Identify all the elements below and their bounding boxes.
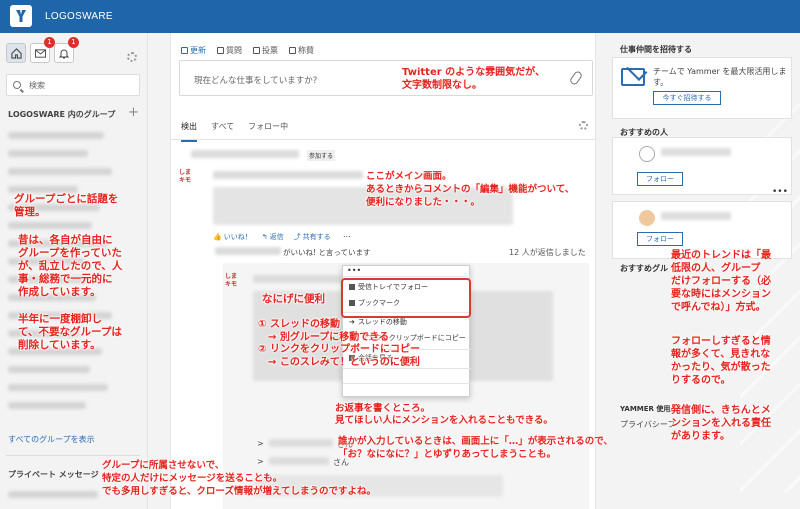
more-options-button[interactable]: ... (343, 230, 351, 239)
tab-update[interactable]: 更新 (181, 45, 206, 56)
annotation: Twitter のような雰囲気だが、 文字数制限なし。 (402, 67, 545, 91)
replies-count[interactable]: 12 人が返信しました (509, 247, 586, 258)
post-author (213, 171, 363, 179)
menu-more-icon: ••• (347, 266, 362, 275)
like-button[interactable]: 👍 いいね！ (213, 232, 252, 242)
praise-icon (289, 47, 296, 54)
invite-heading: 仕事仲間を招待する (620, 45, 692, 54)
bell-icon (59, 49, 69, 58)
notifications-badge: 1 (68, 37, 79, 48)
composer-placeholder: 現在どんな仕事をしていますか? (194, 76, 318, 86)
liker-names[interactable] (215, 247, 281, 255)
post-group-name[interactable] (191, 150, 299, 158)
annotation: グループごとに話題を 管理。 (14, 193, 119, 218)
annotation: ① スレッドの移動 → 別グループに移動できる ② リンクをクリップボードにコピ… (258, 319, 420, 368)
notifications-button[interactable]: 1 (54, 37, 79, 63)
groups-heading: LOGOSWARE 内のグループ (8, 110, 116, 119)
tab-poll[interactable]: 投票 (253, 45, 278, 56)
invite-text: チームで Yammer を最大限活用します。 (653, 67, 787, 87)
attachment-clip-icon[interactable] (568, 69, 584, 87)
join-group-tag[interactable]: 参加する (307, 150, 336, 161)
update-icon (181, 47, 188, 54)
follow-button[interactable]: フォロー (637, 232, 683, 246)
suggested-groups-heading: おすすめグル (620, 264, 668, 273)
feed-settings-gear-icon[interactable] (579, 121, 588, 130)
divider (343, 276, 471, 277)
annotation: 発信側に、きちんとメ ンションを入れる責任 があります。 (671, 405, 771, 442)
annotation: 半年に一度棚卸し て、不要なグループは 削除しています。 (18, 313, 122, 351)
inbox-button[interactable]: 1 (30, 37, 55, 63)
annotation: お返事を書くところ。 見てほしい人にメンションを入れることもできる。 (335, 403, 553, 426)
envelope-invite-icon (621, 68, 645, 86)
settings-gear-icon[interactable] (127, 52, 137, 62)
yammer-usage-heading: YAMMER 使用/ (620, 405, 673, 413)
divider (343, 383, 471, 384)
invite-now-button[interactable]: 今すぐ招待する (653, 91, 721, 105)
person-more-icon[interactable]: ••• (772, 187, 788, 197)
group-item[interactable] (8, 402, 86, 409)
group-item[interactable] (8, 132, 104, 139)
divider (6, 455, 140, 456)
reply-avatar[interactable]: しま キモ (225, 273, 247, 291)
search-input[interactable]: 検索 (6, 74, 140, 96)
annotation: なにげに便利 (262, 293, 325, 305)
highlight-box (341, 278, 471, 318)
share-button[interactable]: ⤴ 共有する (294, 232, 331, 242)
annotation: 誰かが入力しているときは、画面上に「…」が表示されるので、 「お？なになに？」と… (338, 436, 613, 460)
annotation: 最近のトレンドは「最 低限の人、グループ だけフォローする（必 要な時にはメンシ… (671, 250, 771, 313)
group-item[interactable] (8, 168, 112, 175)
poll-icon (253, 47, 260, 54)
invite-card: チームで Yammer を最大限活用します。 今すぐ招待する (612, 57, 792, 119)
home-icon (10, 47, 22, 59)
person-card: フォロー (612, 137, 792, 195)
post-actions: 👍 いいね！ ↰ 返信 ⤴ 共有する (213, 232, 331, 242)
group-item[interactable] (8, 222, 92, 229)
group-item[interactable] (8, 186, 78, 193)
all-groups-link[interactable]: すべてのグループを表示 (8, 434, 95, 445)
yammer-logo-icon[interactable] (10, 5, 32, 27)
likes-text: がいいね! と言っています (283, 248, 371, 257)
search-placeholder: 検索 (29, 80, 45, 90)
group-item[interactable] (8, 150, 88, 157)
author-avatar[interactable]: しま キモ (179, 169, 201, 187)
tab-question[interactable]: 質問 (217, 45, 242, 56)
annotation: フォローしすぎると情 報が多くて、見きれな かったり、気が散った りするので。 (671, 336, 771, 386)
annotation: 昔は、各自が自由に グループを作っていた が、乱立したので、人 事・総務で一元的… (18, 234, 123, 298)
top-bar: LOGOSWARE (0, 0, 800, 33)
home-button[interactable] (6, 43, 26, 63)
add-group-icon[interactable]: + (128, 105, 139, 120)
reply-author (253, 275, 343, 283)
mentioned-user[interactable] (269, 439, 333, 447)
envelope-icon (34, 48, 46, 58)
publisher-tabs: 更新 質問 投票 称賛 (181, 45, 314, 56)
privacy-link[interactable]: プライバシーフ (620, 419, 675, 430)
divider (171, 139, 597, 140)
private-messages-heading[interactable]: プライベート メッセージ (8, 469, 99, 480)
question-icon (217, 47, 224, 54)
follow-button[interactable]: フォロー (637, 172, 683, 186)
reply-button[interactable]: ↰ 返信 (262, 232, 284, 242)
tab-praise[interactable]: 称賛 (289, 45, 314, 56)
search-icon (13, 81, 21, 89)
group-item[interactable] (8, 366, 90, 373)
annotation: グループに所属させないで、 特定の人だけにメッセージを送ることも。 でも多用しす… (102, 460, 376, 497)
group-item[interactable] (8, 384, 108, 391)
person-name[interactable] (661, 212, 731, 220)
network-name[interactable]: LOGOSWARE (45, 11, 113, 22)
annotation: ここがメイン画面。 あるときからコメントの「編集」機能がついて、 便利になりまし… (366, 171, 575, 208)
private-message-item[interactable] (8, 491, 98, 498)
person-avatar[interactable] (639, 146, 655, 162)
person-name[interactable] (661, 148, 731, 156)
reply-quote-marker: > (257, 439, 264, 448)
person-avatar[interactable] (639, 210, 655, 226)
